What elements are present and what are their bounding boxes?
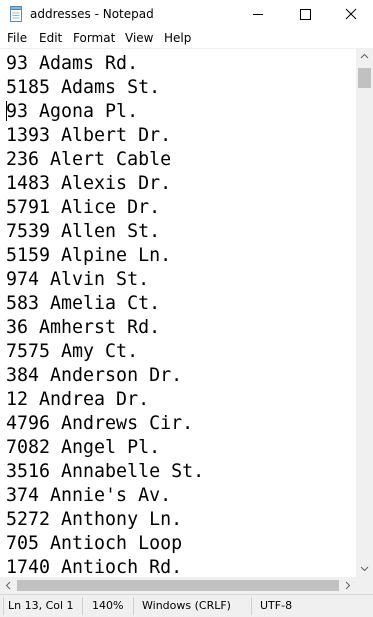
window-title: addresses - Notepad bbox=[30, 7, 154, 21]
text-line: 974 Alvin St. bbox=[6, 269, 150, 290]
maximize-button[interactable] bbox=[282, 0, 328, 28]
minimize-button[interactable] bbox=[235, 0, 281, 28]
text-line: 705 Antioch Loop bbox=[6, 533, 183, 554]
text-line: 36 Amherst Rd. bbox=[6, 317, 161, 338]
chevron-right-icon bbox=[345, 581, 351, 590]
text-line: 1393 Albert Dr. bbox=[6, 125, 172, 146]
horizontal-scroll-thumb[interactable] bbox=[17, 580, 339, 591]
chevron-left-icon bbox=[5, 581, 11, 590]
scroll-up-button[interactable] bbox=[356, 48, 373, 65]
maximize-icon bbox=[300, 9, 311, 20]
text-line: 7575 Amy Ct. bbox=[6, 341, 139, 362]
text-lines: 93 Adams Rd. 5185 Adams St. 93 Agona Pl.… bbox=[6, 52, 204, 578]
status-divider bbox=[251, 597, 252, 615]
scrollbar-corner bbox=[356, 577, 373, 594]
text-line: 5159 Alpine Ln. bbox=[6, 245, 172, 266]
status-divider bbox=[133, 597, 134, 615]
vertical-scrollbar[interactable] bbox=[356, 48, 373, 577]
menu-view[interactable]: View bbox=[125, 30, 153, 46]
text-caret bbox=[6, 101, 7, 121]
menu-help[interactable]: Help bbox=[164, 30, 191, 46]
text-line: 4796 Andrews Cir. bbox=[6, 413, 194, 434]
text-line: 374 Annie's Av. bbox=[6, 485, 172, 506]
status-zoom: 140% bbox=[92, 599, 124, 612]
text-line: 3516 Annabelle St. bbox=[6, 461, 205, 482]
text-line: 5185 Adams St. bbox=[6, 77, 161, 98]
text-line: 93 Agona Pl. bbox=[6, 101, 139, 122]
text-line: 5272 Anthony Ln. bbox=[6, 509, 183, 530]
scroll-right-button[interactable] bbox=[339, 577, 356, 594]
close-icon bbox=[345, 8, 357, 20]
chevron-up-icon bbox=[360, 53, 369, 59]
text-line: 5791 Alice Dr. bbox=[6, 197, 161, 218]
menu-bar: File Edit Format View Help bbox=[0, 28, 373, 48]
status-divider bbox=[3, 597, 4, 615]
status-bar: Ln 13, Col 1 140% Windows (CRLF) UTF-8 bbox=[0, 594, 373, 617]
vertical-scroll-thumb[interactable] bbox=[358, 68, 371, 88]
text-editor[interactable]: 93 Adams Rd. 5185 Adams St. 93 Agona Pl.… bbox=[0, 48, 356, 578]
menu-edit[interactable]: Edit bbox=[39, 30, 62, 46]
scroll-left-button[interactable] bbox=[0, 577, 17, 594]
title-bar[interactable]: addresses - Notepad bbox=[0, 0, 373, 28]
text-line: 384 Anderson Dr. bbox=[6, 365, 183, 386]
status-position: Ln 13, Col 1 bbox=[8, 599, 74, 612]
minimize-icon bbox=[253, 14, 263, 15]
text-line: 1483 Alexis Dr. bbox=[6, 173, 172, 194]
close-button[interactable] bbox=[328, 0, 373, 28]
chevron-down-icon bbox=[360, 566, 369, 572]
text-line: 236 Alert Cable bbox=[6, 149, 172, 170]
menu-file[interactable]: File bbox=[7, 30, 27, 46]
status-encoding: UTF-8 bbox=[260, 599, 293, 612]
status-divider bbox=[82, 597, 83, 615]
menu-format[interactable]: Format bbox=[73, 30, 115, 46]
notepad-icon bbox=[9, 6, 23, 22]
text-line: 93 Adams Rd. bbox=[6, 53, 139, 74]
scroll-down-button[interactable] bbox=[356, 560, 373, 577]
status-line-endings: Windows (CRLF) bbox=[142, 599, 231, 612]
text-line: 7539 Allen St. bbox=[6, 221, 161, 242]
text-line: 1740 Antioch Rd. bbox=[6, 557, 183, 578]
text-line: 12 Andrea Dr. bbox=[6, 389, 150, 410]
text-line: 583 Amelia Ct. bbox=[6, 293, 161, 314]
horizontal-scrollbar[interactable] bbox=[0, 577, 356, 594]
text-line: 7082 Angel Pl. bbox=[6, 437, 161, 458]
